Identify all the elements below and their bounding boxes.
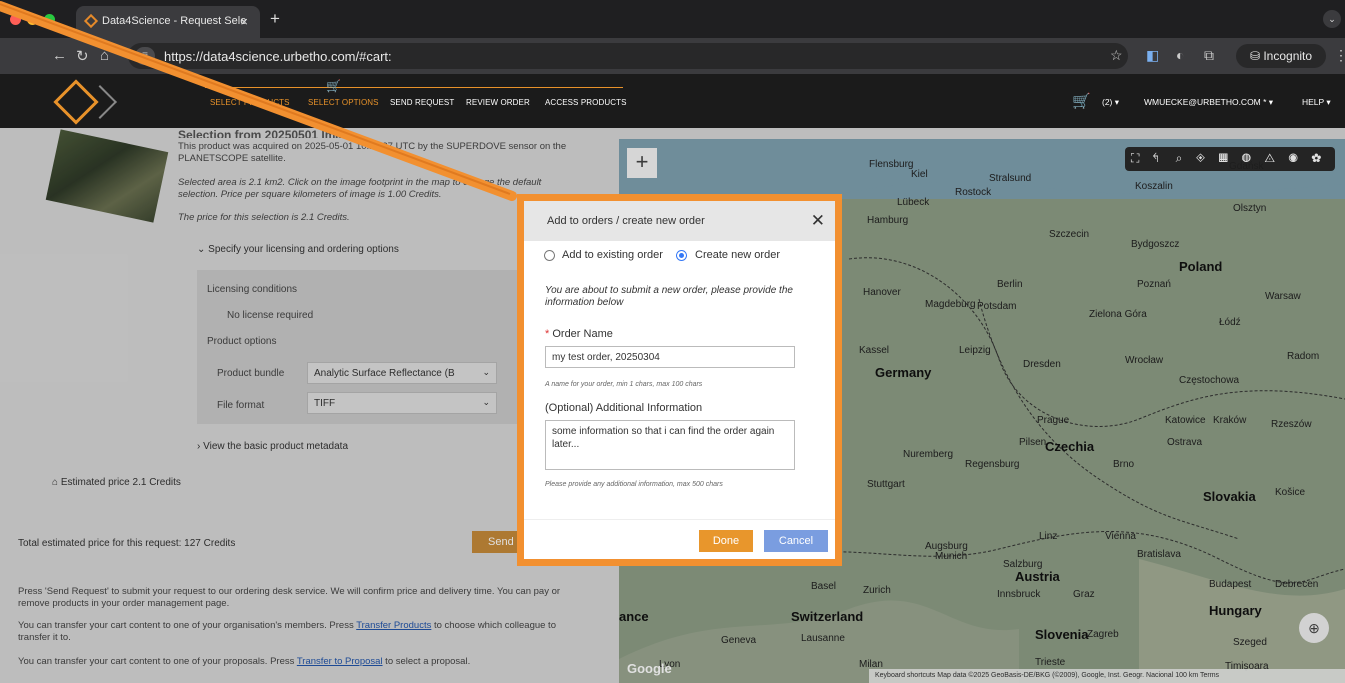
logo-chevron-icon xyxy=(83,85,117,119)
extension-icon[interactable]: ◧ xyxy=(1146,47,1159,64)
incognito-badge[interactable]: ⛁ Incognito xyxy=(1236,44,1326,68)
new-tab-button[interactable]: + xyxy=(270,9,280,29)
favicon-icon xyxy=(83,13,99,29)
reload-icon[interactable]: ↻ xyxy=(76,47,89,65)
url-bar[interactable]: ≡ https://data4science.urbetho.com/#cart… xyxy=(128,43,1128,69)
dialog-note: You are about to submit a new order, ple… xyxy=(545,285,793,308)
radio-new-order[interactable] xyxy=(676,250,687,261)
extensions-puzzle-icon[interactable]: ⧉ xyxy=(1204,47,1214,64)
minimize-window-button[interactable] xyxy=(27,14,38,25)
close-window-button[interactable] xyxy=(10,14,21,25)
browser-tab[interactable]: Data4Science - Request Sele × xyxy=(76,6,260,38)
additional-info-textarea[interactable]: some information so that i can find the … xyxy=(545,420,795,470)
maximize-window-button[interactable] xyxy=(44,14,55,25)
cart-icon[interactable]: 🛒 xyxy=(1072,92,1091,110)
cart-count[interactable]: (2) ▾ xyxy=(1102,97,1119,108)
additional-info-label: (Optional) Additional Information xyxy=(545,402,703,414)
extension-2-icon[interactable]: ◐ xyxy=(1176,47,1184,63)
close-icon[interactable]: ✕ xyxy=(811,211,825,231)
radio-existing-order[interactable] xyxy=(544,250,555,261)
order-name-label: * Order Name xyxy=(545,328,613,340)
step-select-options[interactable]: SELECT OPTIONS xyxy=(308,98,379,107)
home-icon[interactable]: ⌂ xyxy=(100,47,109,64)
done-button[interactable]: Done xyxy=(699,530,753,552)
step-send-request[interactable]: SEND REQUEST xyxy=(390,98,454,107)
new-order-dialog: Add to orders / create new order ✕ Add t… xyxy=(524,201,835,559)
dialog-header: Add to orders / create new order ✕ xyxy=(524,201,835,241)
tab-title: Data4Science - Request Sele xyxy=(102,15,247,27)
url-text: https://data4science.urbetho.com/#cart: xyxy=(164,49,392,64)
required-mark: * xyxy=(545,328,550,340)
app-header: 🛒 SELECT PRODUCTS SELECT OPTIONS SEND RE… xyxy=(0,74,1345,128)
radio-new-order-label[interactable]: Create new order xyxy=(695,249,780,261)
tab-menu-button[interactable]: ⌄ xyxy=(1323,10,1341,28)
bookmark-star-icon[interactable]: ☆ xyxy=(1110,47,1123,64)
step-review-order[interactable]: REVIEW ORDER xyxy=(466,98,530,107)
browser-tabbar: Data4Science - Request Sele × + ⌄ xyxy=(0,0,1345,38)
tab-close-icon[interactable]: × xyxy=(240,14,248,29)
back-icon[interactable]: ← xyxy=(52,47,67,64)
user-menu[interactable]: WMUECKE@URBETHO.COM * ▾ xyxy=(1144,97,1273,108)
browser-toolbar: ← ↻ ⌂ ≡ https://data4science.urbetho.com… xyxy=(0,38,1345,74)
wizard-cart-icon: 🛒 xyxy=(326,79,341,93)
dialog-title: Add to orders / create new order xyxy=(547,215,705,227)
radio-existing-order-label[interactable]: Add to existing order xyxy=(562,249,663,261)
incognito-label: Incognito xyxy=(1263,49,1313,63)
help-menu[interactable]: HELP ▾ xyxy=(1302,97,1331,108)
additional-info-hint: Please provide any additional informatio… xyxy=(545,481,723,488)
wizard-progress-line xyxy=(205,87,623,88)
order-name-hint: A name for your order, min 1 chars, max … xyxy=(545,381,703,388)
site-settings-icon[interactable]: ≡ xyxy=(135,47,155,65)
step-access-products[interactable]: ACCESS PRODUCTS xyxy=(545,98,627,107)
cancel-button[interactable]: Cancel xyxy=(764,530,828,552)
browser-menu-icon[interactable]: ⋮ xyxy=(1334,47,1345,64)
step-select-products[interactable]: SELECT PRODUCTS xyxy=(210,98,290,107)
order-name-label-text: Order Name xyxy=(552,328,613,340)
incognito-icon: ⛁ xyxy=(1249,49,1264,63)
order-name-input[interactable]: my test order, 20250304 xyxy=(545,346,795,368)
dialog-footer: Done Cancel xyxy=(524,519,835,559)
